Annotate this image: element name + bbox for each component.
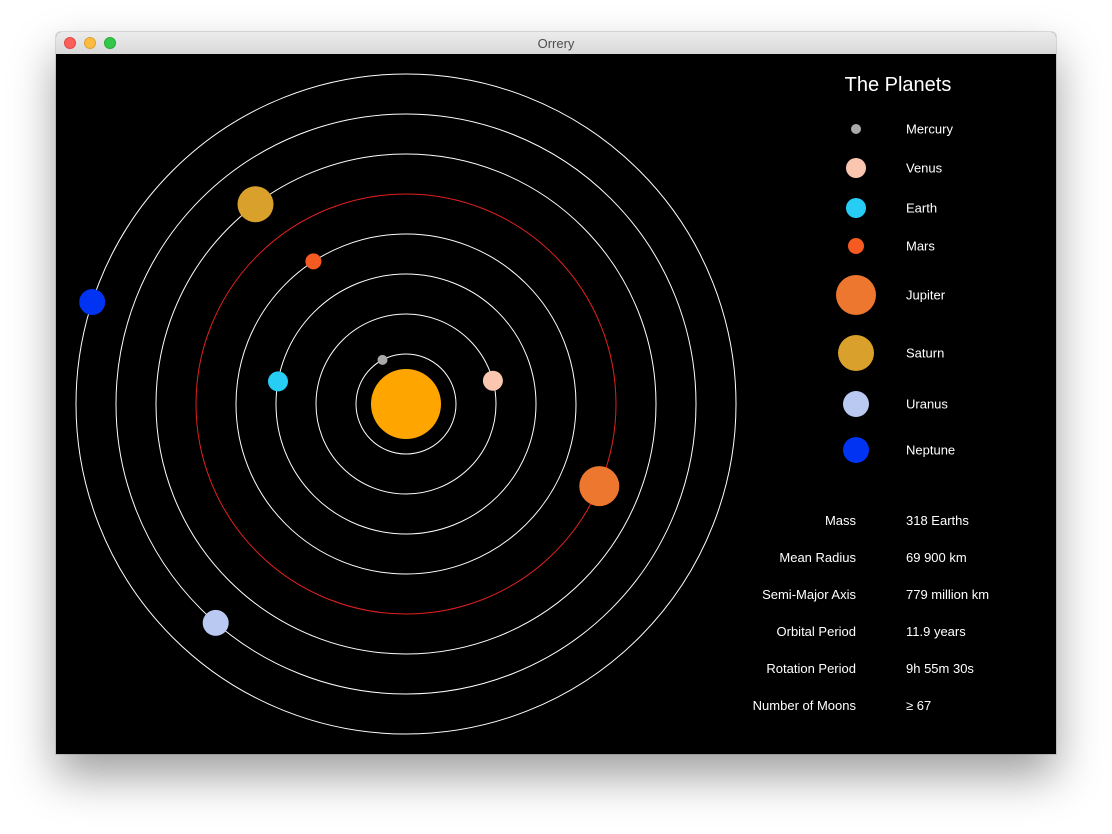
orrery-content: The Planets Mercury Venus Earth Mars Jup… xyxy=(56,54,1056,754)
earth-swatch xyxy=(846,198,866,218)
jupiter-planet[interactable] xyxy=(579,466,620,507)
legend-item-uranus[interactable]: Uranus xyxy=(816,384,1036,424)
legend-item-saturn[interactable]: Saturn xyxy=(816,333,1036,373)
mercury-swatch xyxy=(851,124,861,134)
legend-label: Saturn xyxy=(906,345,945,361)
planets-layer xyxy=(79,186,620,636)
uranus-planet[interactable] xyxy=(202,609,229,636)
legend-item-venus[interactable]: Venus xyxy=(816,148,1036,188)
uranus-swatch xyxy=(843,391,869,417)
planets-panel-title: The Planets xyxy=(844,74,952,96)
mercury-planet[interactable] xyxy=(377,354,388,365)
fact-value: 318 Earths xyxy=(906,513,969,528)
saturn-swatch xyxy=(838,335,874,371)
fact-row-number-of-moons: Number of Moons ≥ 67 xyxy=(736,698,1036,718)
fact-label: Number of Moons xyxy=(752,698,856,713)
legend-label: Earth xyxy=(906,200,938,216)
fact-row-mass: Mass 318 Earths xyxy=(736,513,1036,533)
sun xyxy=(371,369,441,439)
fact-label: Semi-Major Axis xyxy=(762,587,856,602)
fact-value: 69 900 km xyxy=(906,550,967,565)
fact-row-semi-major-axis: Semi-Major Axis 779 million km xyxy=(736,587,1036,607)
orrery-view[interactable] xyxy=(56,54,756,754)
legend-item-mars[interactable]: Mars xyxy=(816,226,1036,266)
fact-value: 9h 55m 30s xyxy=(906,661,974,676)
fact-row-rotation-period: Rotation Period 9h 55m 30s xyxy=(736,661,1036,681)
legend-label: Mars xyxy=(906,238,935,254)
fact-label: Mass xyxy=(824,513,856,528)
sun-layer xyxy=(371,369,441,439)
fact-label: Mean Radius xyxy=(779,550,856,565)
app-window: Orrery The Planets Mercury Venus Earth M… xyxy=(56,32,1056,754)
saturn-planet[interactable] xyxy=(237,186,274,223)
neptune-swatch xyxy=(843,437,869,463)
legend-label: Jupiter xyxy=(906,287,946,303)
legend-label: Venus xyxy=(906,160,943,176)
neptune-planet[interactable] xyxy=(79,289,106,315)
fact-label: Rotation Period xyxy=(766,661,856,676)
legend-item-neptune[interactable]: Neptune xyxy=(816,430,1036,470)
fact-value: ≥ 67 xyxy=(906,698,932,713)
fact-value: 779 million km xyxy=(906,587,990,602)
legend-label: Uranus xyxy=(906,396,948,412)
fact-row-orbital-period: Orbital Period 11.9 years xyxy=(736,624,1036,644)
venus-swatch xyxy=(846,158,866,178)
legend-label: Neptune xyxy=(906,442,956,458)
mars-swatch xyxy=(848,238,864,254)
jupiter-swatch xyxy=(836,275,876,315)
earth-planet[interactable] xyxy=(268,371,288,392)
legend-label: Mercury xyxy=(906,121,953,137)
legend-item-jupiter[interactable]: Jupiter xyxy=(816,275,1036,315)
window-title: Orrery xyxy=(537,36,575,51)
fact-value: 11.9 years xyxy=(906,624,966,639)
legend-item-earth[interactable]: Earth xyxy=(816,188,1036,228)
venus-planet[interactable] xyxy=(482,370,503,391)
title-bar[interactable]: Orrery xyxy=(56,32,1056,55)
legend-item-mercury[interactable]: Mercury xyxy=(816,109,1036,149)
fact-row-mean-radius: Mean Radius 69 900 km xyxy=(736,550,1036,570)
mars-planet[interactable] xyxy=(305,253,322,270)
fact-label: Orbital Period xyxy=(776,624,856,639)
